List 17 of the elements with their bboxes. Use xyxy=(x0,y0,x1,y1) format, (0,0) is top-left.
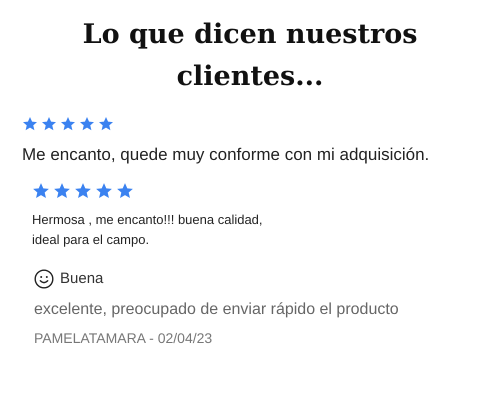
review-text: excelente, preocupado de enviar rápido el producto xyxy=(34,300,400,320)
star-icon xyxy=(79,116,95,132)
smiley-icon xyxy=(34,268,54,289)
star-icon xyxy=(98,116,114,132)
section-title: Lo que dicen nuestros clientes... xyxy=(82,18,418,94)
review-author: PAMELATAMARA - 02/04/23 xyxy=(34,329,214,348)
star-icon xyxy=(95,182,113,200)
review-text: Hermosa , me encanto!!! buena calidad, ideal para el campo. xyxy=(32,210,264,249)
star-icon xyxy=(41,116,57,132)
star-icon xyxy=(53,182,71,200)
star-icon xyxy=(60,116,76,132)
star-icon xyxy=(22,116,38,132)
star-icon xyxy=(74,182,92,200)
star-icon xyxy=(116,182,134,200)
review-text: Me encanto, quede muy conforme con mi adquisición. xyxy=(22,144,430,166)
rating-label: Buena xyxy=(60,268,104,288)
star-icon xyxy=(32,182,50,200)
